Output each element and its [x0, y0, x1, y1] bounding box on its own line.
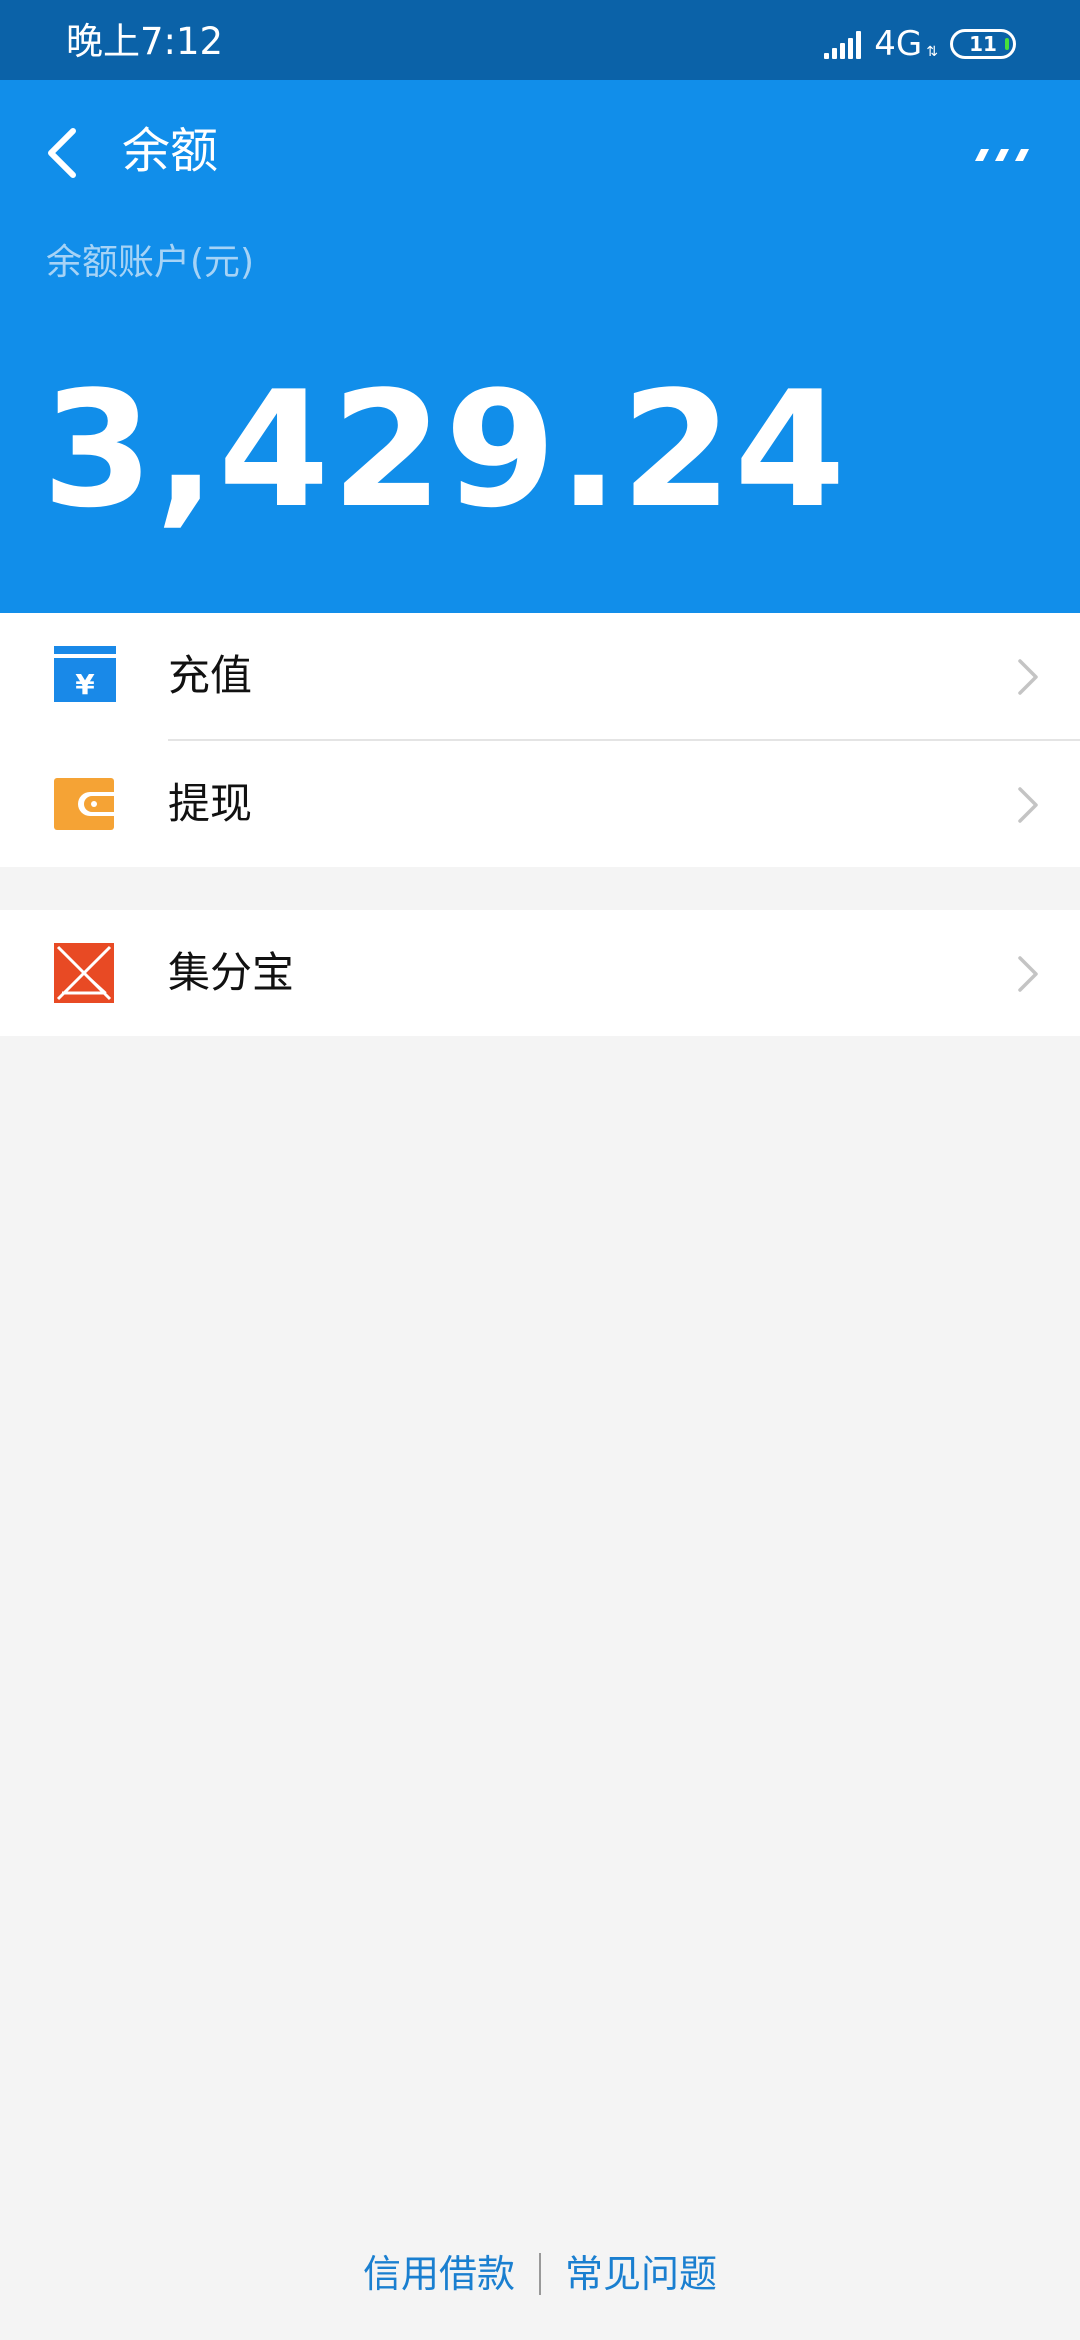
status-indicators: 4G ⇅ 11 [824, 24, 1016, 64]
funds-actions-group: ¥ 充值 提现 [0, 613, 1080, 867]
signal-icon [824, 29, 864, 59]
menu-item-label: 集分宝 [168, 948, 295, 997]
recharge-yuan-icon: ¥ [54, 646, 116, 702]
balance-amount: 3,429.24 [42, 356, 848, 543]
menu-item-label: 充值 [168, 651, 253, 700]
battery-icon: 11 [950, 29, 1016, 59]
balance-header: 余额 余额账户(元) 3,429.24 [0, 80, 1080, 613]
more-button[interactable] [964, 120, 1040, 190]
page-title: 余额 [122, 123, 219, 179]
more-dots-icon [975, 149, 1029, 161]
jifenbao-group: 集分宝 [0, 910, 1080, 1036]
wallet-icon [54, 778, 114, 830]
data-activity-icon: ⇅ [926, 44, 938, 60]
status-bar: 晚上7:12 4G ⇅ 11 [0, 0, 1080, 80]
back-button[interactable] [36, 114, 88, 192]
menu-item-jifenbao[interactable]: 集分宝 [0, 910, 1080, 1036]
status-time: 晚上7:12 [66, 20, 224, 63]
chevron-left-icon [48, 128, 76, 178]
network-type: 4G [874, 24, 923, 64]
menu-item-withdraw[interactable]: 提现 [0, 741, 1080, 867]
svg-text:¥: ¥ [75, 668, 95, 701]
battery-level-bar [1005, 38, 1009, 50]
battery-level-text: 11 [969, 32, 997, 56]
chevron-right-icon [1018, 956, 1038, 992]
credit-loan-link[interactable]: 信用借款 [363, 2249, 515, 2299]
chevron-right-icon [1018, 659, 1038, 695]
footer-links: 信用借款 常见问题 [0, 2244, 1080, 2304]
chevron-right-icon [1018, 787, 1038, 823]
jifenbao-icon [54, 943, 114, 1003]
menu-item-recharge[interactable]: ¥ 充值 [0, 613, 1080, 741]
footer-separator [539, 2253, 541, 2295]
menu-item-label: 提现 [168, 779, 253, 828]
account-label: 余额账户(元) [46, 242, 255, 283]
faq-link[interactable]: 常见问题 [565, 2249, 717, 2299]
